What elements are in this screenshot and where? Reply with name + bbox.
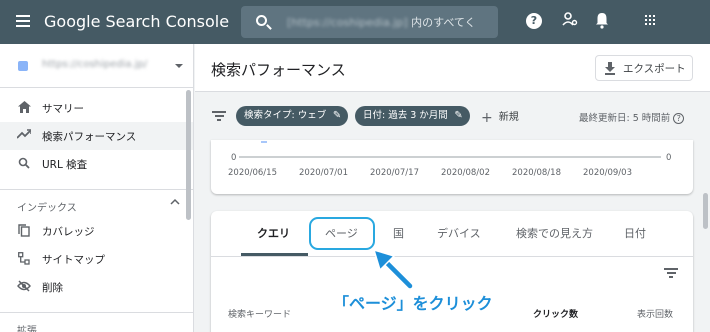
search-placeholder: [https://coshipedia.jp] 内のすべてく (287, 14, 476, 30)
tab-device[interactable]: デバイス (437, 225, 481, 241)
x-axis-tick-label: 2020/07/17 (370, 168, 419, 178)
bell-icon[interactable] (592, 11, 612, 31)
sidebar-item-label: サマリー (42, 103, 84, 115)
property-icon (18, 61, 28, 71)
tab-country[interactable]: 国 (393, 225, 404, 241)
section-label: 拡張 (17, 326, 37, 332)
export-button[interactable]: エクスポート (595, 55, 693, 81)
performance-chart: 0 0 2020/06/15 2020/07/01 2020/07/17 2020/0… (211, 140, 693, 194)
download-icon-base (605, 73, 615, 75)
section-header-enhancements[interactable]: 拡張 (0, 312, 193, 332)
x-axis-tick-label: 2020/08/02 (441, 168, 490, 178)
property-selector[interactable]: https://coshipedia.jp/ (0, 44, 193, 88)
sitemap-icon (17, 252, 31, 266)
search-icon (256, 15, 267, 26)
chip-label: 検索タイプ: ウェブ (244, 110, 327, 121)
filter-bar: 検索タイプ: ウェブ ✎ 日付: 過去 3 か月間 ✎ + 新規 最終更新日: 5… (195, 102, 710, 130)
sidebar-item-label: URL 検査 (42, 159, 88, 171)
search-input[interactable]: [https://coshipedia.jp] 内のすべてく (241, 6, 498, 38)
chevron-up-icon (170, 198, 180, 209)
y-axis-tick-left: 0 (231, 153, 236, 163)
tab-date[interactable]: 日付 (624, 225, 646, 241)
x-axis-tick-label: 2020/06/15 (228, 168, 277, 178)
plus-icon: + (481, 110, 493, 126)
sidebar-item-label: 削除 (42, 282, 63, 294)
eye-off-icon (17, 280, 31, 294)
tab-query[interactable]: クエリ (257, 225, 290, 241)
top-app-bar: Google Search Console [https://coshipedi… (0, 0, 710, 44)
x-axis-tick-label: 2020/08/18 (512, 168, 561, 178)
section-label: インデックス (17, 203, 77, 214)
apps-grid-icon[interactable] (645, 15, 657, 27)
sidebar-item-removals[interactable]: 削除 (0, 273, 193, 301)
x-axis-tick-label: 2020/09/03 (583, 168, 632, 178)
search-icon (17, 157, 31, 171)
sidebar: https://coshipedia.jp/ サマリー 検索パフォーマンス UR… (0, 44, 194, 332)
page-scrollbar[interactable] (703, 193, 708, 229)
manage-users-icon[interactable] (560, 11, 580, 31)
copy-icon (17, 224, 31, 238)
page-tab-highlight-box (309, 217, 375, 250)
help-circle-icon[interactable]: ? (673, 113, 685, 124)
y-axis-tick-right: 0 (666, 153, 671, 163)
add-filter-button[interactable]: + 新規 (481, 108, 519, 126)
sidebar-scrollbar[interactable] (186, 90, 191, 220)
edit-icon: ✎ (332, 110, 342, 121)
page-title: 検索パフォーマンス (211, 61, 346, 79)
search-placeholder-site: [https://coshipedia.jp] (287, 16, 408, 29)
chart-svg: 0 0 2020/06/15 2020/07/01 2020/07/17 2020/0… (228, 141, 671, 178)
page-header: 検索パフォーマンス エクスポート (195, 44, 710, 92)
sidebar-item-label: カバレッジ (42, 226, 95, 238)
last-updated-text: 最終更新日: 5 時間前? (579, 110, 685, 124)
home-icon (17, 101, 31, 115)
caret-down-icon (175, 64, 183, 68)
menu-icon[interactable] (16, 15, 30, 27)
sidebar-item-label: 検索パフォーマンス (42, 131, 137, 143)
table-filter-icon[interactable] (664, 268, 678, 280)
sidebar-item-performance[interactable]: 検索パフォーマンス (0, 122, 193, 150)
chip-label: 日付: 過去 3 か月間 (363, 110, 448, 121)
section-header-index[interactable]: インデックス (0, 189, 193, 217)
edit-icon: ✎ (454, 110, 463, 121)
x-axis-tick-label: 2020/07/01 (299, 168, 348, 178)
sidebar-item-sitemaps[interactable]: サイトマップ (0, 245, 193, 273)
last-updated-label: 最終更新日: 5 時間前 (579, 113, 671, 124)
sidebar-item-coverage[interactable]: カバレッジ (0, 217, 193, 245)
column-header-query[interactable]: 検索キーワード (228, 307, 291, 320)
sidebar-item-summary[interactable]: サマリー (0, 94, 193, 122)
date-range-chip[interactable]: 日付: 過去 3 か月間 ✎ (355, 106, 470, 126)
annotation-arrow (372, 248, 414, 290)
property-name: https://coshipedia.jp/ (42, 59, 148, 70)
app-title[interactable]: Google Search Console (44, 12, 229, 31)
tab-search-appearance[interactable]: 検索での見え方 (516, 225, 593, 241)
annotation-text: 「ページ」をクリック (333, 294, 493, 313)
search-type-chip[interactable]: 検索タイプ: ウェブ ✎ (236, 106, 349, 126)
export-label: エクスポート (623, 63, 686, 75)
help-icon[interactable]: ? (526, 13, 542, 29)
sidebar-item-url-inspection[interactable]: URL 検査 (0, 150, 193, 178)
column-header-impressions[interactable]: 表示回数 (637, 307, 673, 320)
search-placeholder-suffix: 内のすべてく (407, 16, 476, 29)
tab-divider (211, 256, 693, 257)
add-filter-label: 新規 (498, 112, 519, 123)
column-header-clicks[interactable]: クリック数 (533, 307, 578, 320)
filter-icon[interactable] (212, 111, 226, 123)
sidebar-item-label: サイトマップ (42, 254, 105, 266)
trending-icon (16, 129, 32, 143)
